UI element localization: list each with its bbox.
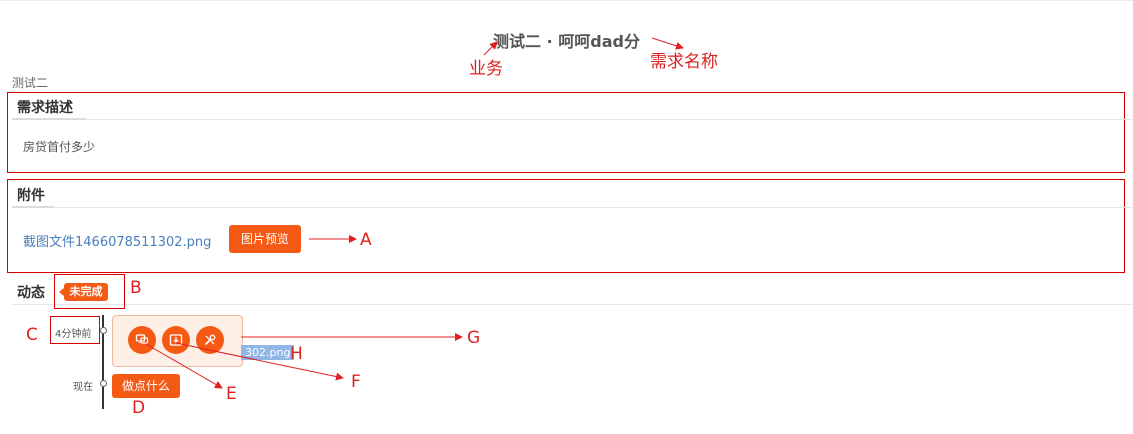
status-badge: 未完成 [59,283,108,301]
attachment-divider [54,207,1132,208]
top-divider [0,0,1133,1]
page-title: 测试二 · 呵呵dad分 [493,32,640,51]
activity-divider [12,304,1132,305]
timeline-dot-2 [100,380,107,387]
comment-icon [135,334,149,344]
attachment-heading: 附件 [17,188,45,204]
attachment-heading-underline [12,206,54,208]
attachment-file-link[interactable]: 截图文件1466078511302.png [23,231,211,250]
timeline-time-2: 现在 [73,382,93,393]
image-preview-button[interactable]: 图片预览 [229,225,301,253]
tools-button[interactable] [196,326,224,354]
annotation-E: E [226,384,237,404]
annotation-F: F [351,372,361,392]
description-divider [86,119,1132,120]
business-label: 测试二 [12,76,49,90]
timeline-time-1: 4分钟前 [55,329,92,340]
activity-heading: 动态 [17,285,45,301]
description-heading: 需求描述 [17,100,73,116]
timeline-dot-1 [100,327,107,334]
annotation-A: A [360,230,372,250]
tools-icon [204,334,216,346]
annotation-C: C [26,325,38,345]
description-section [7,92,1125,173]
uploaded-file-chip[interactable]: 302.png [241,345,295,360]
comment-button[interactable] [128,326,156,354]
annotation-H: H [290,344,303,364]
description-heading-underline [12,118,86,120]
description-text: 房贷首付多少 [23,140,96,154]
do-something-button[interactable]: 做点什么 [112,374,180,398]
annotation-B: B [130,278,142,298]
upload-icon [169,334,183,346]
attachment-section [7,179,1125,273]
annotation-business: 业务 [469,59,503,79]
upload-button[interactable] [162,326,190,354]
annotation-D: D [132,398,146,418]
annotation-G: G [467,328,481,348]
annotation-requirement-name: 需求名称 [650,52,718,72]
